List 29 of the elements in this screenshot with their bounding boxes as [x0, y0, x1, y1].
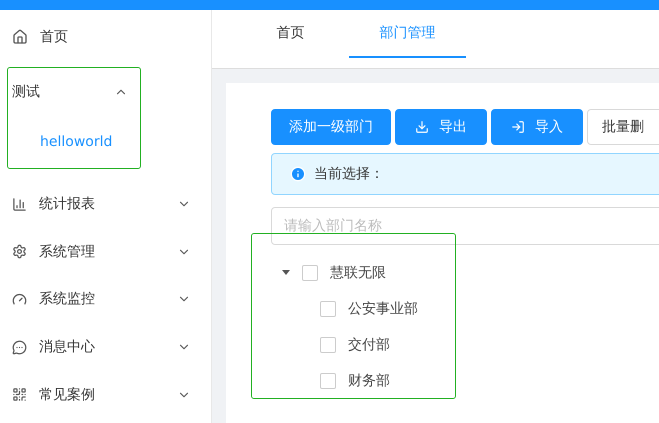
chat-bubble-icon	[12, 340, 27, 355]
checkbox[interactable]	[320, 301, 336, 317]
tab[interactable]: 首页	[232, 10, 349, 58]
download-icon	[415, 120, 429, 134]
checkbox[interactable]	[302, 265, 318, 281]
tree-node-label[interactable]: 公安事业部	[348, 300, 418, 318]
checkbox[interactable]	[320, 373, 336, 389]
home-icon	[12, 29, 28, 46]
settings-icon	[12, 244, 27, 260]
tree-node-label[interactable]: 慧联无限	[330, 264, 386, 282]
menu-item[interactable]: 测试	[8, 72, 140, 112]
menu-item[interactable]: 系统管理	[0, 232, 211, 272]
gauge-icon	[12, 292, 27, 307]
menu-item[interactable]: 常见案例	[0, 375, 211, 414]
alert-text: 当前选择：	[314, 165, 384, 183]
caret-icon[interactable]	[282, 270, 290, 276]
menu-item[interactable]: 统计报表	[0, 184, 211, 224]
checkbox[interactable]	[320, 337, 336, 353]
bar-chart-icon	[12, 196, 27, 212]
menu-item[interactable]: 首页	[0, 18, 211, 57]
menu-item[interactable]: 系统监控	[0, 280, 211, 319]
menu-item[interactable]: 消息中心	[0, 328, 211, 366]
search-field[interactable]: 请输入部门名称	[271, 207, 659, 245]
info-icon	[290, 166, 306, 182]
grid-icon	[12, 387, 27, 402]
tree-node-label[interactable]: 交付部	[348, 336, 390, 354]
tree-node-label[interactable]: 财务部	[348, 372, 390, 390]
import-icon	[511, 120, 525, 134]
default-button[interactable]: 批量删	[587, 109, 659, 145]
